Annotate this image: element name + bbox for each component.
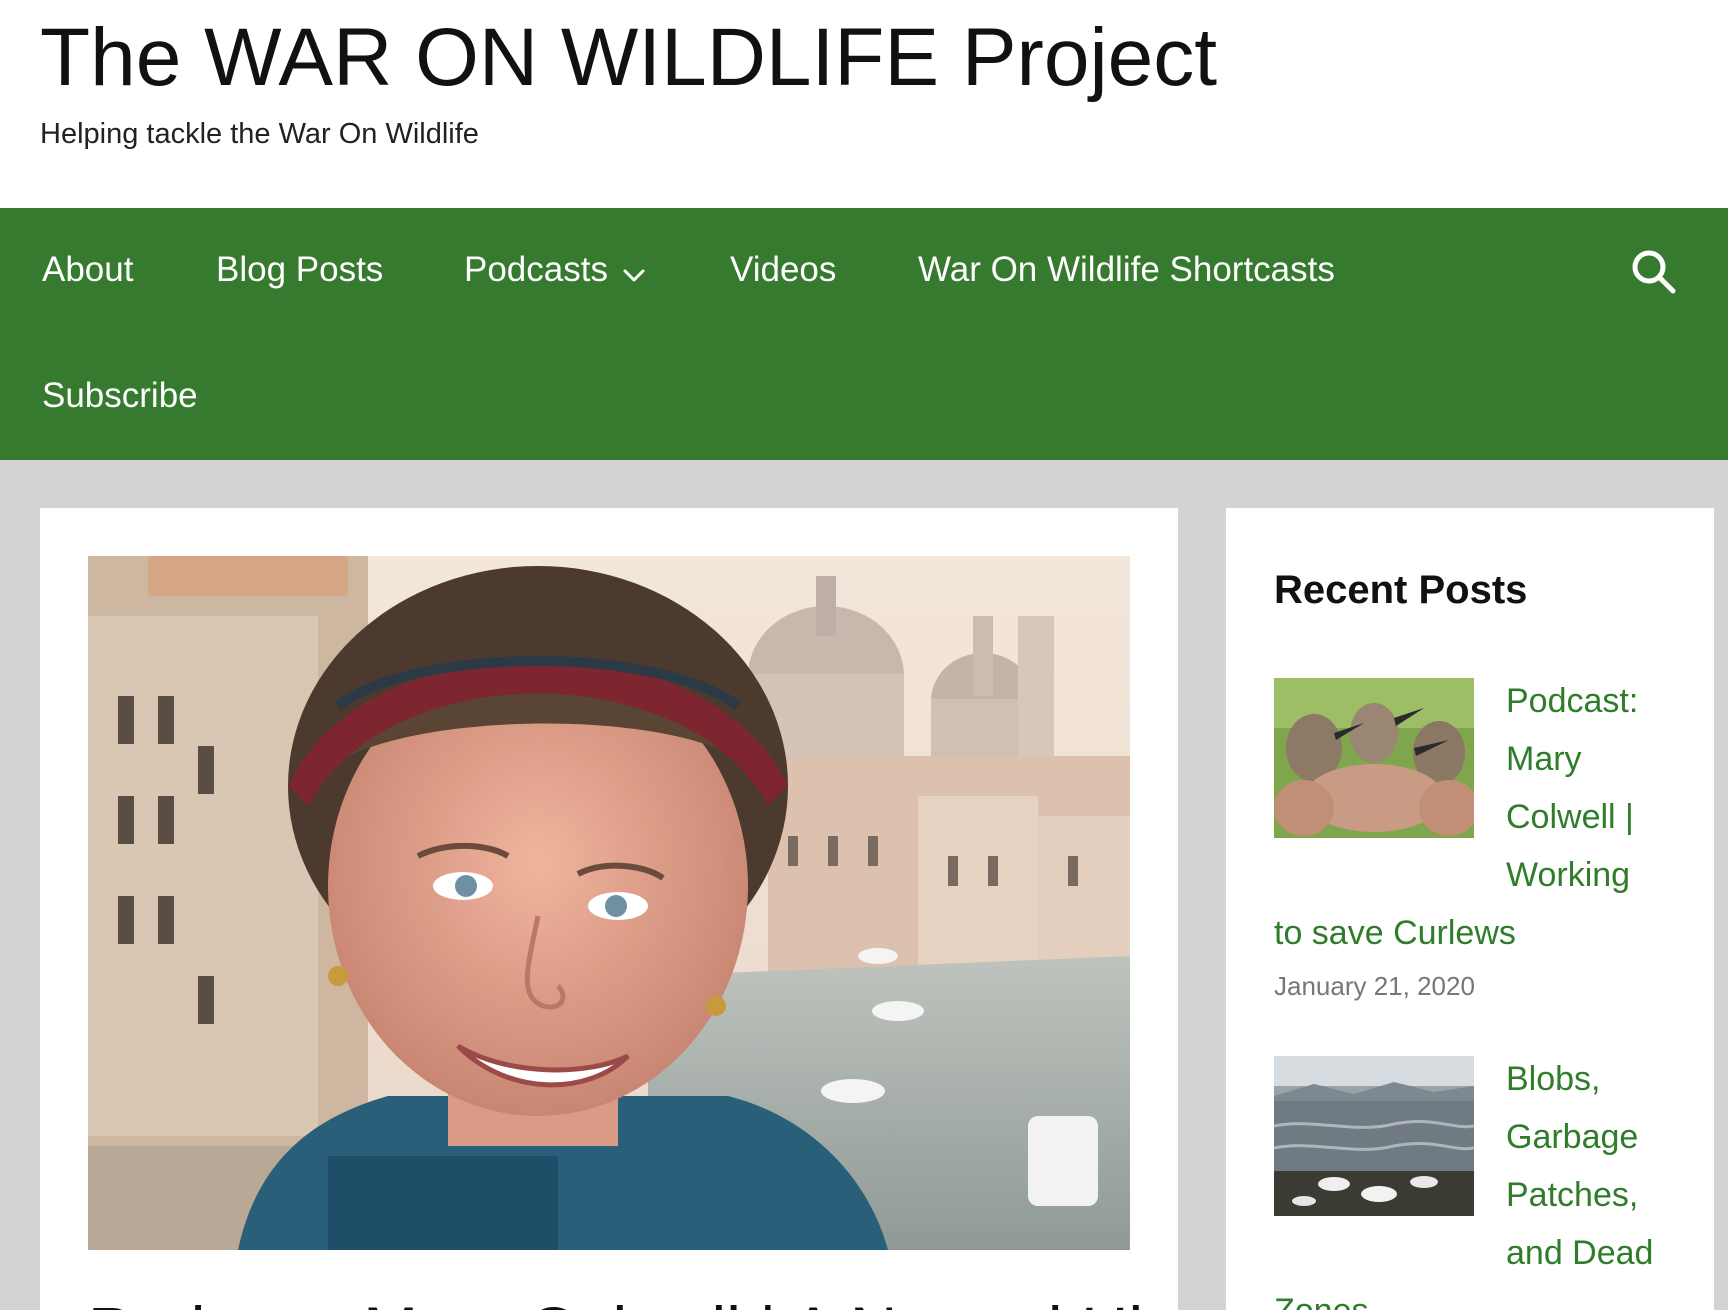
recent-post-item: Podcast: Mary Colwell | Working to save … bbox=[1274, 678, 1674, 1001]
recent-post-date: January 21, 2020 bbox=[1274, 971, 1475, 1001]
chevron-down-icon bbox=[622, 250, 646, 294]
recent-post-title-line[interactable]: Mary bbox=[1506, 730, 1582, 788]
recent-post-item: Blobs, Garbage Patches, and Dead Zones bbox=[1274, 1056, 1674, 1310]
widget-title-recent-posts: Recent Posts bbox=[1274, 568, 1528, 612]
recent-post-thumbnail[interactable] bbox=[1274, 678, 1474, 838]
nav-item-label: About bbox=[42, 250, 134, 289]
recent-post-title-line[interactable]: and Dead bbox=[1506, 1224, 1653, 1282]
nav-item-about[interactable]: About bbox=[42, 248, 133, 292]
search-icon[interactable] bbox=[1630, 248, 1678, 296]
nav-item-shortcasts[interactable]: War On Wildlife Shortcasts bbox=[918, 248, 1335, 292]
nav-item-blog-posts[interactable]: Blog Posts bbox=[216, 248, 383, 292]
recent-post-title-line[interactable]: Patches, bbox=[1506, 1166, 1638, 1224]
nav-item-label: Subscribe bbox=[42, 376, 198, 415]
recent-post-title-line[interactable]: Zones bbox=[1274, 1282, 1369, 1310]
main-navigation: About Blog Posts Podcasts Videos War On … bbox=[0, 208, 1728, 460]
site-tagline: Helping tackle the War On Wildlife bbox=[40, 118, 479, 150]
post-title[interactable]: Podcast: Mary Colwell | A Natural Hist bbox=[88, 1290, 1178, 1310]
nav-item-subscribe[interactable]: Subscribe bbox=[42, 374, 198, 418]
recent-post-title-line[interactable]: Working bbox=[1506, 846, 1630, 904]
nav-item-label: Blog Posts bbox=[216, 250, 384, 289]
site-header: The WAR ON WILDLIFE Project Helping tack… bbox=[0, 0, 1728, 208]
recent-post-title-line[interactable]: Blobs, bbox=[1506, 1050, 1601, 1108]
recent-post-thumbnail[interactable] bbox=[1274, 1056, 1474, 1216]
nav-item-videos[interactable]: Videos bbox=[730, 248, 836, 292]
nav-item-label: Podcasts bbox=[464, 250, 608, 289]
nav-item-label: War On Wildlife Shortcasts bbox=[918, 250, 1335, 289]
nav-item-podcasts[interactable]: Podcasts bbox=[464, 248, 646, 294]
main-content: Podcast: Mary Colwell | A Natural Hist bbox=[40, 508, 1178, 1310]
recent-post-title-line[interactable]: Podcast: bbox=[1506, 672, 1638, 730]
nav-item-label: Videos bbox=[730, 250, 837, 289]
sidebar: Recent Posts Podcast: Mary Colwell | Wor… bbox=[1226, 508, 1714, 1310]
recent-post-title-line[interactable]: Colwell | bbox=[1506, 788, 1634, 846]
site-title[interactable]: The WAR ON WILDLIFE Project bbox=[40, 8, 1217, 108]
featured-image[interactable] bbox=[88, 556, 1130, 1250]
recent-post-title-line[interactable]: Garbage bbox=[1506, 1108, 1638, 1166]
recent-post-title-line[interactable]: to save Curlews bbox=[1274, 904, 1516, 962]
